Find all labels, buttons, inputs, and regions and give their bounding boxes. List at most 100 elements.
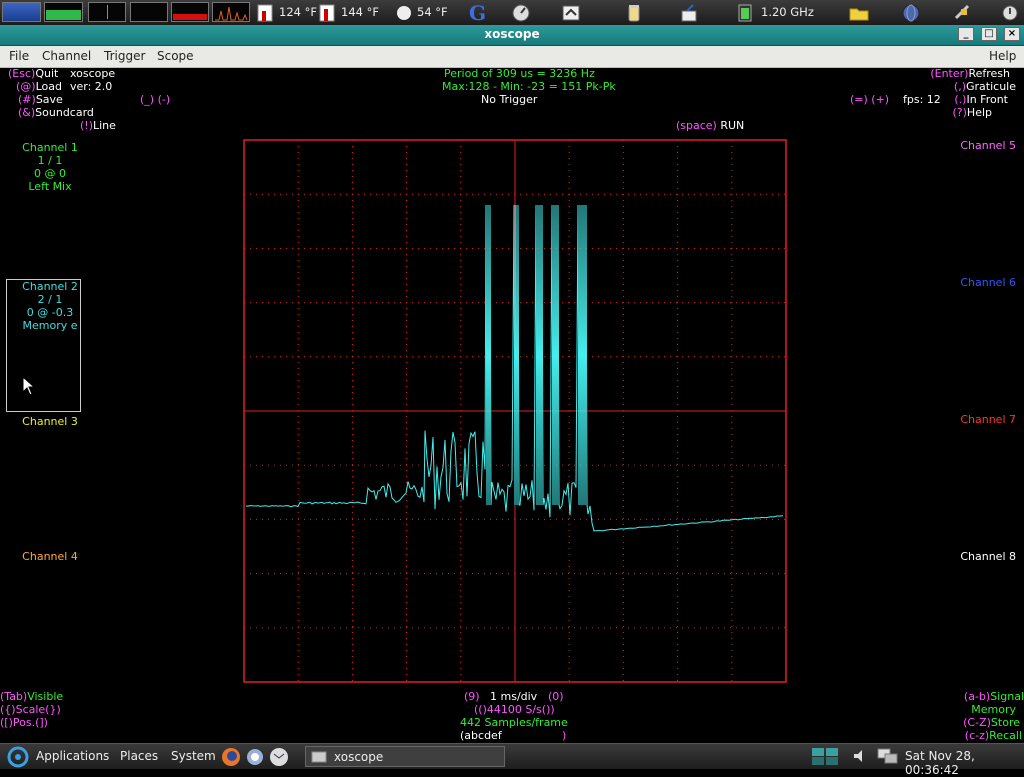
- messenger-icon[interactable]: [244, 746, 264, 765]
- refresh-label[interactable]: Refresh: [968, 67, 1010, 80]
- line-key-row[interactable]: (!)Line: [80, 119, 116, 132]
- menu-channel[interactable]: Channel: [42, 49, 91, 63]
- clock-icon[interactable]: [511, 3, 531, 22]
- channel-4-info[interactable]: Channel 4: [0, 550, 100, 563]
- weather-icon[interactable]: [394, 3, 414, 22]
- sample-rate[interactable]: (()44100 S/s()): [474, 703, 555, 716]
- places-menu[interactable]: Places: [120, 749, 158, 763]
- underscore-keys[interactable]: (_) (-): [140, 93, 170, 106]
- workspace-switcher-icon[interactable]: [812, 746, 838, 765]
- load-label[interactable]: Load: [36, 80, 62, 93]
- folder-icon[interactable]: [848, 3, 869, 22]
- graticule-label[interactable]: Graticule: [966, 80, 1016, 93]
- scale-keys[interactable]: ({)Scale(}): [0, 703, 61, 716]
- applications-menu[interactable]: Applications: [36, 749, 109, 763]
- cpu-graph-applet[interactable]: [2, 2, 41, 22]
- taskbar-button-xoscope[interactable]: xoscope: [305, 746, 505, 767]
- graticule-key-row[interactable]: (,)Graticule: [954, 80, 1016, 93]
- timebase-increase-key[interactable]: (0): [548, 690, 564, 703]
- volume-icon[interactable]: [852, 747, 872, 766]
- cpu-frequency[interactable]: 1.20 GHz: [761, 5, 814, 19]
- memory-graph-applet[interactable]: [44, 2, 83, 22]
- recall-key-row[interactable]: (c-z)Recall: [965, 729, 1022, 742]
- quit-key-row[interactable]: (Esc)Quit: [8, 67, 58, 80]
- recall-label[interactable]: Recall: [989, 729, 1022, 742]
- run-key-row[interactable]: (space) RUN: [676, 119, 744, 132]
- channel-7-name[interactable]: Channel 7: [960, 413, 1016, 426]
- window-title: xoscope: [484, 27, 540, 41]
- help-key-row[interactable]: (?)Help: [953, 106, 993, 119]
- infront-key-row[interactable]: (.)In Front: [954, 93, 1008, 106]
- disk-graph-applet[interactable]: [212, 2, 250, 22]
- channel-1-info[interactable]: Channel 1 1 / 1 0 @ 0 Left Mix: [0, 141, 100, 193]
- menu-trigger[interactable]: Trigger: [104, 49, 145, 63]
- timebase-decrease-key[interactable]: (9): [464, 690, 480, 703]
- help-label[interactable]: Help: [967, 106, 992, 119]
- scope-display[interactable]: [0, 0, 1024, 768]
- maximize-button[interactable]: □: [981, 27, 997, 41]
- save-key: (#): [18, 93, 36, 106]
- position-keys[interactable]: ([)Pos.(]): [0, 716, 48, 729]
- app-name: xoscope: [70, 67, 116, 80]
- update-icon[interactable]: [679, 3, 699, 22]
- refresh-key-row[interactable]: (Enter)Refresh: [930, 67, 1010, 80]
- soundcard-label[interactable]: Soundcard: [35, 106, 94, 119]
- channel-8-name[interactable]: Channel 8: [960, 550, 1016, 563]
- memory-slots-close: ): [562, 729, 567, 742]
- visible-label[interactable]: Visible: [27, 690, 63, 703]
- menu-scope[interactable]: Scope: [157, 49, 194, 63]
- network-icon[interactable]: [877, 747, 898, 766]
- line-label[interactable]: Line: [93, 119, 116, 132]
- load-key-row[interactable]: (@)Load: [16, 80, 62, 93]
- battery-icon: [736, 3, 756, 22]
- line-key: (!): [80, 119, 93, 132]
- channel-2-info[interactable]: Channel 2 2 / 1 0 @ -0.3 Memory e: [0, 280, 100, 332]
- run-label[interactable]: RUN: [720, 119, 744, 132]
- channel-4-name[interactable]: Channel 4: [0, 550, 100, 563]
- store-key-row[interactable]: (C-Z)Store: [963, 716, 1020, 729]
- channel-3-name[interactable]: Channel 3: [0, 415, 100, 428]
- google-search-icon[interactable]: G: [468, 1, 488, 25]
- bottom-panel: Applications Places System xoscope Sat N…: [0, 743, 1024, 777]
- distro-logo-icon[interactable]: [6, 746, 29, 768]
- satellite-icon[interactable]: [952, 3, 972, 22]
- visible-key-row[interactable]: (Tab)Visible: [0, 690, 63, 703]
- system-menu[interactable]: System: [171, 749, 216, 763]
- signal-label[interactable]: Signal: [990, 690, 1024, 703]
- graticule-key: (,): [953, 80, 966, 93]
- fps-keys[interactable]: (=) (+): [850, 93, 889, 106]
- memory-slots[interactable]: (abcdef: [460, 729, 502, 742]
- taskbar-label: xoscope: [334, 750, 384, 764]
- help-key: (?): [952, 106, 967, 119]
- signal-key-row[interactable]: (a-b)Signal: [964, 690, 1024, 703]
- minimize-button[interactable]: _: [958, 27, 974, 41]
- load-graph-applet[interactable]: [171, 2, 209, 22]
- email-client-icon[interactable]: [268, 746, 288, 766]
- channel-1-source: Left Mix: [28, 180, 72, 193]
- jar-icon[interactable]: [624, 3, 644, 22]
- channel-6-name[interactable]: Channel 6: [960, 276, 1016, 289]
- fps-readout: fps: 12: [903, 93, 941, 106]
- power-icon[interactable]: [1000, 3, 1020, 22]
- quit-label[interactable]: Quit: [35, 67, 58, 80]
- menu-file[interactable]: File: [9, 49, 29, 63]
- infront-label[interactable]: In Front: [966, 93, 1008, 106]
- channel-5-name[interactable]: Channel 5: [960, 139, 1016, 152]
- channel-3-info[interactable]: Channel 3: [0, 415, 100, 428]
- soundcard-key-row[interactable]: (&)Soundcard: [18, 106, 94, 119]
- window-titlebar[interactable]: xoscope _ □ ×: [0, 25, 1024, 46]
- save-key-row[interactable]: (#)Save: [18, 93, 63, 106]
- close-button[interactable]: ×: [1004, 27, 1020, 41]
- channel-1-name[interactable]: Channel 1: [0, 141, 100, 154]
- swap-graph-applet[interactable]: [130, 2, 168, 22]
- panel-clock[interactable]: Sat Nov 28, 00:36:42: [905, 749, 1024, 777]
- store-label[interactable]: Store: [991, 716, 1020, 729]
- save-label[interactable]: Save: [36, 93, 63, 106]
- network-config-icon[interactable]: [561, 3, 581, 22]
- globe-icon[interactable]: [900, 3, 920, 22]
- net-graph-applet[interactable]: [88, 2, 126, 22]
- channel-2-scale: 2 / 1: [37, 293, 63, 306]
- firefox-icon[interactable]: [220, 746, 240, 766]
- menu-help[interactable]: Help: [989, 49, 1016, 63]
- channel-2-name[interactable]: Channel 2: [0, 280, 100, 293]
